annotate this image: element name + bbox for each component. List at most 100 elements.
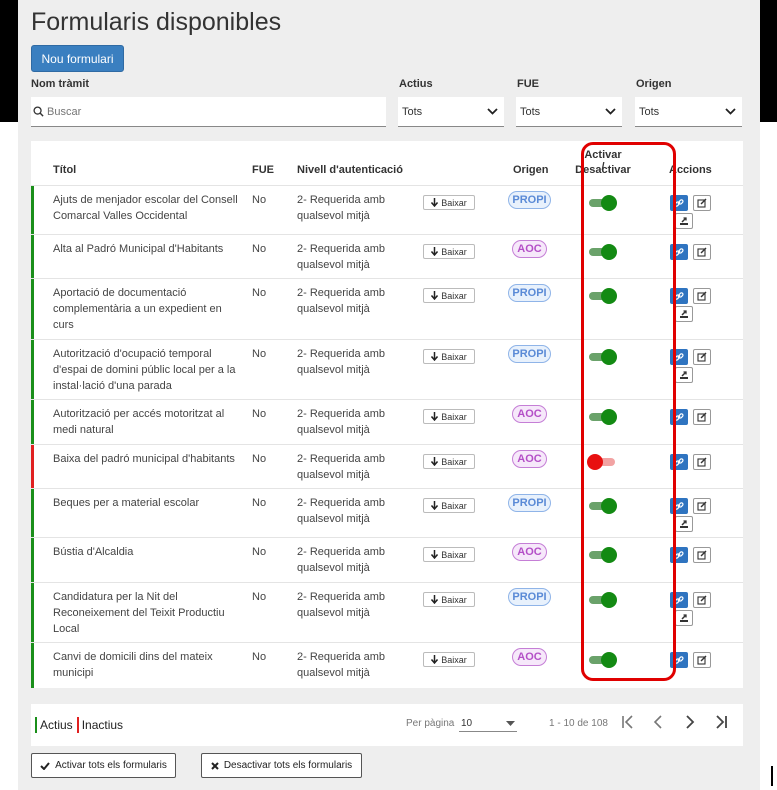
download-button[interactable]: Baixar — [423, 288, 475, 303]
form-title: Ajuts de menjador escolar del Consell Co… — [53, 194, 238, 222]
form-fue: No — [252, 591, 267, 603]
actius-select[interactable]: Tots — [398, 97, 504, 127]
form-auth-level: 2- Requerida amb qualsevol mitjà — [297, 287, 386, 315]
export-icon[interactable] — [675, 213, 693, 229]
download-icon — [431, 198, 439, 207]
per-page-value: 10 — [461, 718, 473, 729]
export-icon[interactable] — [675, 610, 693, 626]
edit-icon[interactable] — [693, 409, 711, 425]
download-button[interactable]: Baixar — [423, 244, 475, 259]
edit-icon[interactable] — [693, 349, 711, 365]
status-indicator — [31, 235, 34, 278]
download-label: Baixar — [441, 197, 467, 208]
origin-badge: AOC — [512, 240, 547, 258]
status-indicator — [31, 186, 34, 234]
origin-badge: AOC — [512, 405, 547, 423]
export-icon[interactable] — [675, 516, 693, 532]
download-icon — [431, 501, 439, 510]
actius-filter-label: Actius — [399, 78, 433, 90]
download-button[interactable]: Baixar — [423, 652, 475, 667]
origin-badge: PROPI — [508, 191, 551, 209]
download-button[interactable]: Baixar — [423, 498, 475, 513]
form-fue: No — [252, 546, 267, 558]
search-icon — [33, 106, 44, 117]
search-field[interactable] — [31, 97, 386, 127]
download-icon — [431, 412, 439, 421]
page-title: Formularis disponibles — [31, 8, 282, 36]
form-fue: No — [252, 348, 267, 360]
x-icon — [211, 761, 219, 770]
status-legend: Actius Inactius — [35, 717, 123, 733]
edit-icon[interactable] — [693, 652, 711, 668]
new-form-button[interactable]: Nou formulari — [31, 45, 124, 72]
per-page-label: Per pàgina — [406, 718, 455, 729]
form-auth-level: 2- Requerida amb qualsevol mitjà — [297, 408, 386, 436]
search-input[interactable] — [44, 105, 364, 118]
form-auth-level: 2- Requerida amb qualsevol mitjà — [297, 497, 386, 525]
active-legend-label: Actius — [40, 718, 73, 732]
download-icon — [431, 457, 439, 466]
edit-icon[interactable] — [693, 288, 711, 304]
download-button[interactable]: Baixar — [423, 454, 475, 469]
status-indicator — [31, 538, 34, 582]
download-button[interactable]: Baixar — [423, 195, 475, 210]
activate-all-button[interactable]: Activar tots els formularis — [31, 753, 176, 778]
form-title: Canvi de domicili dins del mateix munici… — [53, 651, 213, 679]
form-title: Autorització per accés motoritzat al med… — [53, 408, 225, 436]
previous-page-icon[interactable] — [653, 715, 663, 734]
form-auth-level: 2- Requerida amb qualsevol mitjà — [297, 453, 386, 481]
edit-icon[interactable] — [693, 547, 711, 563]
first-page-icon[interactable] — [621, 715, 634, 734]
download-icon — [431, 247, 439, 256]
deactivate-all-label: Desactivar tots els formularis — [223, 760, 353, 771]
download-button[interactable]: Baixar — [423, 547, 475, 562]
edit-icon[interactable] — [693, 592, 711, 608]
fue-select-value: Tots — [520, 105, 541, 118]
header-origen: Origen — [513, 164, 549, 176]
edit-icon[interactable] — [693, 195, 711, 211]
form-fue: No — [252, 287, 267, 299]
edit-icon[interactable] — [693, 498, 711, 514]
status-indicator — [31, 279, 34, 339]
download-button[interactable]: Baixar — [423, 592, 475, 607]
left-black-border — [0, 0, 18, 122]
fue-select[interactable]: Tots — [516, 97, 622, 127]
status-indicator — [31, 400, 34, 444]
deactivate-all-button[interactable]: Desactivar tots els formularis — [201, 753, 362, 778]
origen-filter-label: Origen — [636, 78, 672, 90]
header-nivell: Nivell d'autenticació — [297, 164, 403, 176]
download-label: Baixar — [441, 549, 467, 560]
status-indicator — [31, 445, 34, 488]
last-page-icon[interactable] — [715, 715, 728, 734]
form-auth-level: 2- Requerida amb qualsevol mitjà — [297, 546, 386, 574]
form-auth-level: 2- Requerida amb qualsevol mitjà — [297, 194, 386, 222]
header-fue: FUE — [252, 164, 274, 176]
download-label: Baixar — [441, 500, 467, 511]
form-fue: No — [252, 497, 267, 509]
check-icon — [40, 761, 50, 770]
download-button[interactable]: Baixar — [423, 349, 475, 364]
download-icon — [431, 352, 439, 361]
export-icon[interactable] — [675, 306, 693, 322]
chevron-down-icon — [605, 108, 616, 115]
inactive-legend-marker — [76, 717, 79, 733]
inactive-legend-label: Inactius — [81, 718, 124, 732]
chevron-down-icon — [725, 108, 736, 115]
download-button[interactable]: Baixar — [423, 409, 475, 424]
download-label: Baixar — [441, 411, 467, 422]
main-panel: Formularis disponibles Nou formulari Nom… — [18, 0, 760, 790]
edit-icon[interactable] — [693, 454, 711, 470]
download-icon — [431, 595, 439, 604]
per-page-select[interactable]: 10 — [459, 716, 517, 732]
origen-select[interactable]: Tots — [635, 97, 742, 127]
next-page-icon[interactable] — [685, 715, 695, 734]
origin-badge: PROPI — [508, 494, 551, 512]
origin-badge: AOC — [512, 543, 547, 561]
form-auth-level: 2- Requerida amb qualsevol mitjà — [297, 591, 386, 619]
download-label: Baixar — [441, 351, 467, 362]
export-icon[interactable] — [675, 367, 693, 383]
chevron-down-icon — [487, 108, 498, 115]
edit-icon[interactable] — [693, 244, 711, 260]
status-indicator — [31, 583, 34, 642]
origin-badge: PROPI — [508, 284, 551, 302]
